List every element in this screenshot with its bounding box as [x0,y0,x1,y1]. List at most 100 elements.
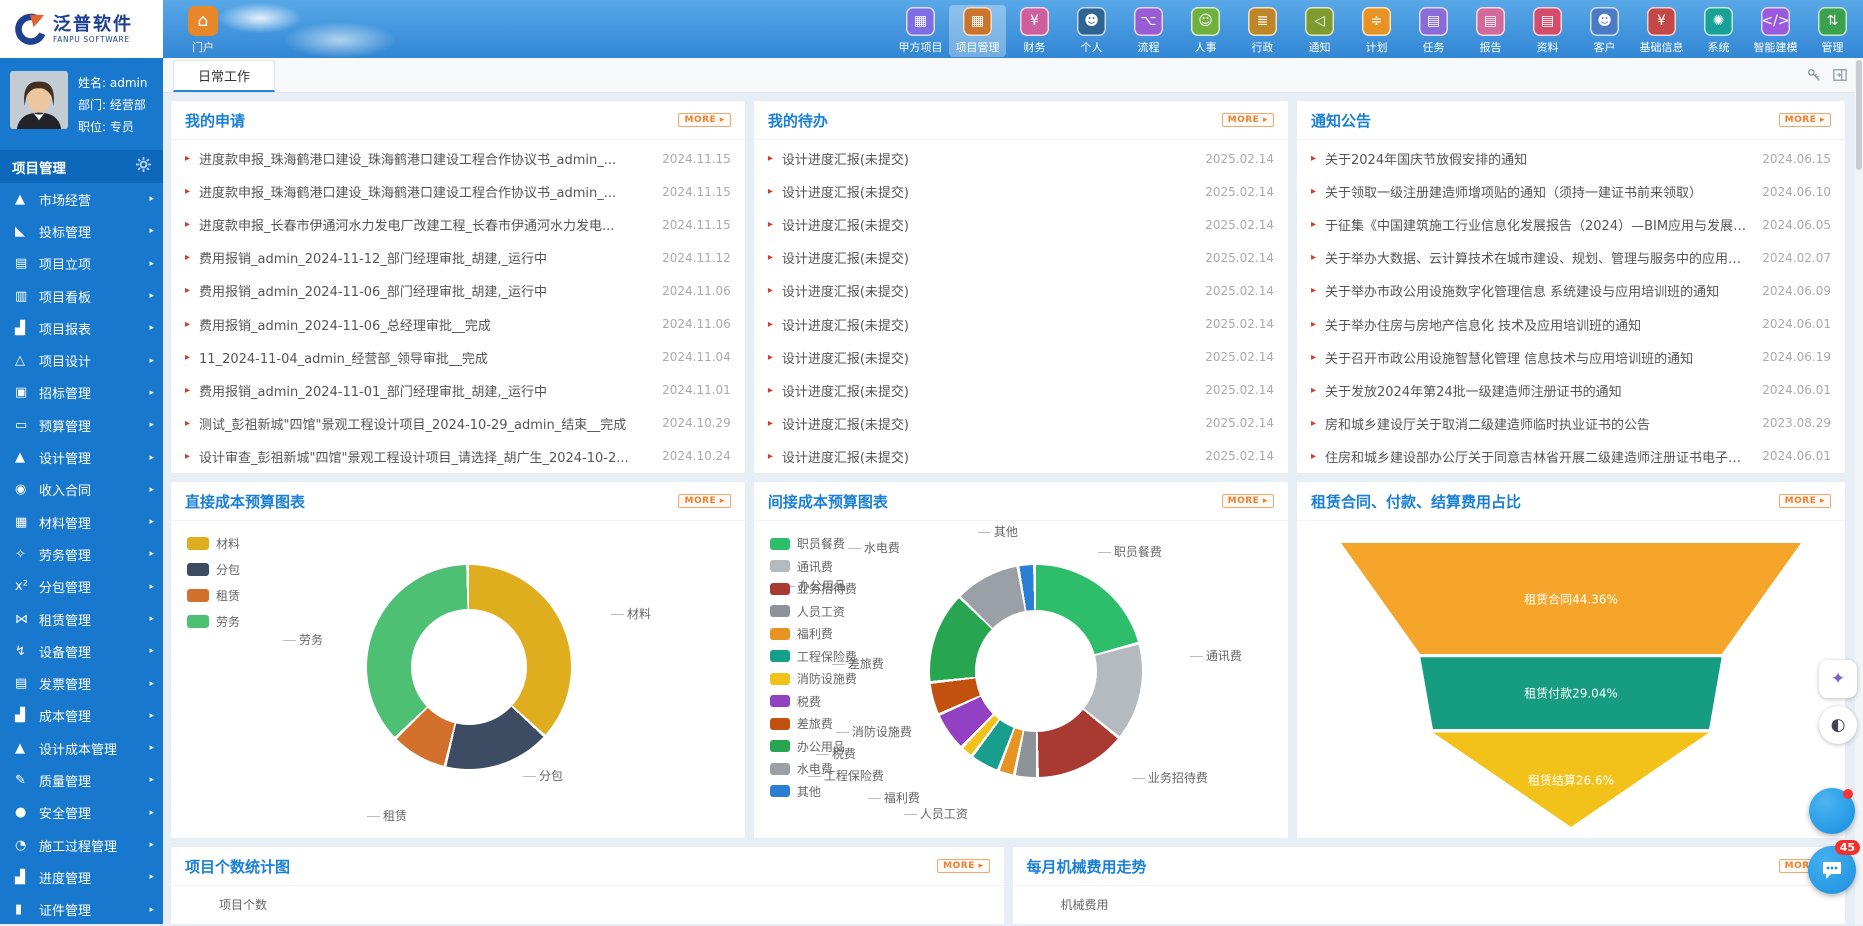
tab-daily-work[interactable]: 日常工作 [173,60,275,92]
list-item[interactable]: ▸关于领取一级注册建造师增项贴的通知（须持一建证书前来领取）2024.06.10 [1311,175,1831,208]
sidebar-item-21[interactable]: ◔施工过程管理▸ [0,829,163,861]
more-button[interactable]: MORE ▸ [1779,494,1831,508]
list-item[interactable]: ▸设计进度汇报(未提交)2025.02.14 [768,142,1274,175]
sidebar-section-project-mgmt[interactable]: 项目管理 [0,150,163,183]
sidebar-item-5[interactable]: ▟项目报表▸ [0,312,163,344]
nav-item-16[interactable]: </>智能建模 [1747,5,1804,57]
nav-item-13[interactable]: ☻客户 [1576,5,1633,57]
list-item[interactable]: ▸设计进度汇报(未提交)2025.02.14 [768,307,1274,340]
list-item[interactable]: ▸关于2024年国庆节放假安排的通知2024.06.15 [1311,142,1831,175]
sidebar-item-2[interactable]: ◣投标管理▸ [0,215,163,247]
list-item[interactable]: ▸测试_彭祖新城"四馆"景观工程设计项目_2024-10-29_admin_结束… [185,407,731,440]
sidebar-item-10[interactable]: ◉收入合同▸ [0,474,163,506]
list-item[interactable]: ▸设计进度汇报(未提交)2025.02.14 [768,440,1274,473]
nav-item-portal[interactable]: ⌂ 门户 [180,6,226,55]
more-button[interactable]: MORE ▸ [1222,113,1274,127]
sidebar-item-19[interactable]: ✎质量管理▸ [0,764,163,796]
sidebar-item-15[interactable]: ↯设备管理▸ [0,635,163,667]
list-item[interactable]: ▸于征集《中国建筑施工行业信息化发展报告（2024）—BIM应用与发展》材料..… [1311,208,1831,241]
sidebar-item-16[interactable]: ▤发票管理▸ [0,667,163,699]
more-button[interactable]: MORE ▸ [678,494,730,508]
nav-item-14[interactable]: ¥基础信息 [1633,5,1690,57]
sidebar-item-4[interactable]: ▥项目看板▸ [0,280,163,312]
nav-item-8[interactable]: ◁通知 [1291,5,1348,57]
service-bubble-icon[interactable] [1809,788,1855,834]
list-item[interactable]: ▸关于举办住房与房地产信息化 技术及应用培训班的通知2024.06.01 [1311,307,1831,340]
list-item[interactable]: ▸设计进度汇报(未提交)2025.02.14 [768,241,1274,274]
list-item-text: 费用报销_admin_2024-11-01_部门经理审批_胡建,_运行中 [199,381,653,400]
sidebar-item-13[interactable]: x²分包管理▸ [0,571,163,603]
list-item[interactable]: ▸费用报销_admin_2024-11-01_部门经理审批_胡建,_运行中202… [185,374,731,407]
sidebar-item-12[interactable]: ✧劳务管理▸ [0,538,163,570]
sidebar-item-17[interactable]: ▟成本管理▸ [0,700,163,732]
app-logo: 泛普软件 FANPU SOFTWARE [0,0,163,58]
arrow-bullet-icon: ▸ [185,153,190,164]
more-button[interactable]: MORE ▸ [678,113,730,127]
nav-item-9[interactable]: ≑计划 [1348,5,1405,57]
list-item-text: 进度款申报_长春市伊通河水力发电厂改建工程_长春市伊通河水力发电... [199,215,653,234]
sidebar-item-3[interactable]: ▤项目立项▸ [0,248,163,280]
sidebar-item-1[interactable]: ▲市场经营▸ [0,183,163,215]
list-item-date: 2024.06.01 [1762,383,1831,397]
list-item[interactable]: ▸设计审查_彭祖新城"四馆"景观工程设计项目_请选择_胡广生_2024-10-2… [185,440,731,473]
nav-item-5[interactable]: ⌥流程 [1120,5,1177,57]
list-item[interactable]: ▸关于召开市政公用设施智慧化管理 信息技术与应用培训班的通知2024.06.19 [1311,341,1831,374]
nav-item-4[interactable]: ☻个人 [1063,5,1120,57]
arrow-bullet-icon: ▸ [768,252,773,263]
scrollbar-thumb[interactable] [1856,60,1862,170]
list-item[interactable]: ▸费用报销_admin_2024-11-06_部门经理审批_胡建,_运行中202… [185,274,731,307]
panel-title: 每月机械费用走势 [1027,856,1147,877]
list-item[interactable]: ▸进度款申报_珠海鹤港口建设_珠海鹤港口建设工程合作协议书_admin_...2… [185,175,731,208]
list-item[interactable]: ▸关于举办大数据、云计算技术在城市建设、规划、管理与服务中的应用培训班...20… [1311,241,1831,274]
nav-item-1[interactable]: ▦甲方项目 [892,5,949,57]
more-button[interactable]: MORE ▸ [1222,494,1274,508]
sidebar-item-7[interactable]: ▣招标管理▸ [0,377,163,409]
list-item[interactable]: ▸住房和城乡建设部办公厅关于同意吉林省开展二级建造师注册证书电子化试点...20… [1311,440,1831,473]
assistant-icon[interactable]: ◐ [1819,706,1857,744]
sidebar-item-18[interactable]: ▲设计成本管理▸ [0,732,163,764]
list-item[interactable]: ▸关于举办市政公用设施数字化管理信息 系统建设与应用培训班的通知2024.06.… [1311,274,1831,307]
chevron-right-icon: ▸ [149,485,154,495]
list-item[interactable]: ▸房和城乡建设厅关于取消二级建造师临时执业证书的公告2023.08.29 [1311,407,1831,440]
arrow-bullet-icon: ▸ [768,153,773,164]
effect-tool-icon[interactable]: ✦ [1819,660,1857,698]
more-button[interactable]: MORE ▸ [1779,113,1831,127]
list-item[interactable]: ▸设计进度汇报(未提交)2025.02.14 [768,274,1274,307]
list-item[interactable]: ▸费用报销_admin_2024-11-12_部门经理审批_胡建,_运行中202… [185,241,731,274]
sidebar-item-20[interactable]: ●安全管理▸ [0,797,163,829]
sidebar-item-8[interactable]: ▭预算管理▸ [0,409,163,441]
key-icon[interactable] [1807,67,1821,86]
sidebar-item-11[interactable]: ▦材料管理▸ [0,506,163,538]
scrollbar[interactable] [1855,58,1863,924]
list-item[interactable]: ▸11_2024-11-04_admin_经营部_领导审批__完成2024.11… [185,341,731,374]
nav-item-2[interactable]: ▦项目管理 [949,5,1006,57]
sidebar-item-6[interactable]: △项目设计▸ [0,344,163,376]
list-item[interactable]: ▸设计进度汇报(未提交)2025.02.14 [768,208,1274,241]
list-item[interactable]: ▸关于发放2024年第24批一级建造师注册证书的通知2024.06.01 [1311,374,1831,407]
chevron-right-icon: ▸ [149,905,154,915]
sidebar-item-22[interactable]: ▟进度管理▸ [0,861,163,893]
sidebar-item-23[interactable]: ▮证件管理▸ [0,894,163,926]
list-item[interactable]: ▸设计进度汇报(未提交)2025.02.14 [768,374,1274,407]
list-item[interactable]: ▸进度款申报_珠海鹤港口建设_珠海鹤港口建设工程合作协议书_admin_...2… [185,142,731,175]
nav-item-11[interactable]: ▤报告 [1462,5,1519,57]
list-item[interactable]: ▸设计进度汇报(未提交)2025.02.14 [768,175,1274,208]
sidebar-item-14[interactable]: ⋈租赁管理▸ [0,603,163,635]
list-item[interactable]: ▸设计进度汇报(未提交)2025.02.14 [768,407,1274,440]
nav-item-12[interactable]: ▤资料 [1519,5,1576,57]
nav-item-15[interactable]: ✺系统 [1690,5,1747,57]
list-item[interactable]: ▸设计进度汇报(未提交)2025.02.14 [768,341,1274,374]
nav-item-7[interactable]: ≣行政 [1234,5,1291,57]
nav-item-6[interactable]: ☺人事 [1177,5,1234,57]
more-button[interactable]: MORE ▸ [937,859,989,873]
chat-bubble-icon[interactable]: 45 [1808,846,1856,894]
nav-item-10[interactable]: ▤任务 [1405,5,1462,57]
yuan-doc-icon: ¥ [1647,7,1676,36]
list-item[interactable]: ▸费用报销_admin_2024-11-06_总经理审批__完成2024.11.… [185,307,731,340]
sidebar-item-9[interactable]: ▲设计管理▸ [0,441,163,473]
list-item[interactable]: ▸进度款申报_长春市伊通河水力发电厂改建工程_长春市伊通河水力发电...2024… [185,208,731,241]
collapse-panel-icon[interactable] [1833,67,1847,86]
nav-item-3[interactable]: ¥财务 [1006,5,1063,57]
nav-item-17[interactable]: ⇅管理 [1804,5,1861,57]
gear-icon[interactable] [136,157,151,176]
